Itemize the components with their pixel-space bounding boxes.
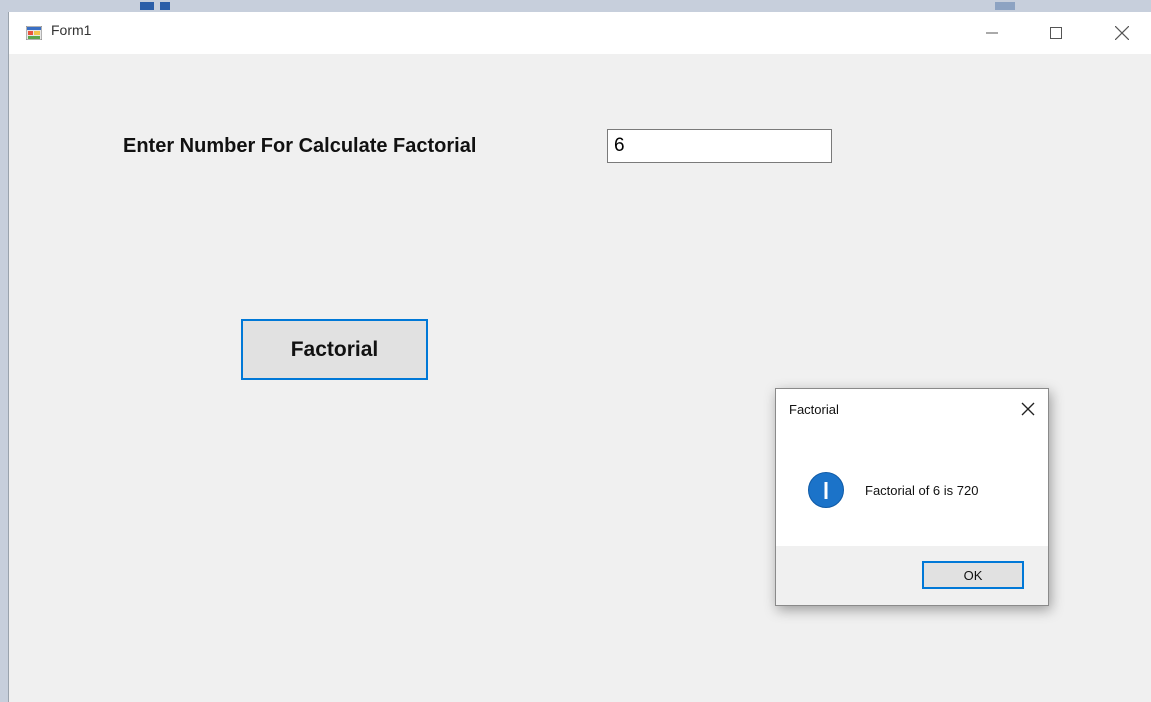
factorial-button[interactable]: Factorial (241, 319, 428, 380)
close-button[interactable] (1099, 12, 1145, 54)
maximize-button[interactable] (1033, 12, 1079, 54)
close-icon (1115, 26, 1129, 40)
dialog-message: Factorial of 6 is 720 (865, 483, 979, 498)
prompt-label: Enter Number For Calculate Factorial (123, 135, 477, 157)
number-input[interactable] (607, 129, 832, 163)
winforms-app-icon (25, 25, 43, 41)
close-icon (1021, 402, 1035, 416)
dialog-title: Factorial (789, 402, 839, 417)
maximize-icon (1050, 27, 1062, 39)
ok-button[interactable]: OK (922, 561, 1024, 589)
dialog-footer: OK (776, 546, 1048, 605)
minimize-icon (986, 32, 998, 34)
dialog-close-button[interactable] (1020, 401, 1036, 417)
window-titlebar: Form1 (9, 12, 1151, 54)
minimize-button[interactable] (969, 12, 1015, 54)
background-ide-toolbar (0, 0, 1151, 12)
factorial-message-box: Factorial Factorial of 6 is 720 OK (775, 388, 1049, 606)
info-icon (808, 472, 844, 508)
window-title: Form1 (51, 22, 92, 38)
